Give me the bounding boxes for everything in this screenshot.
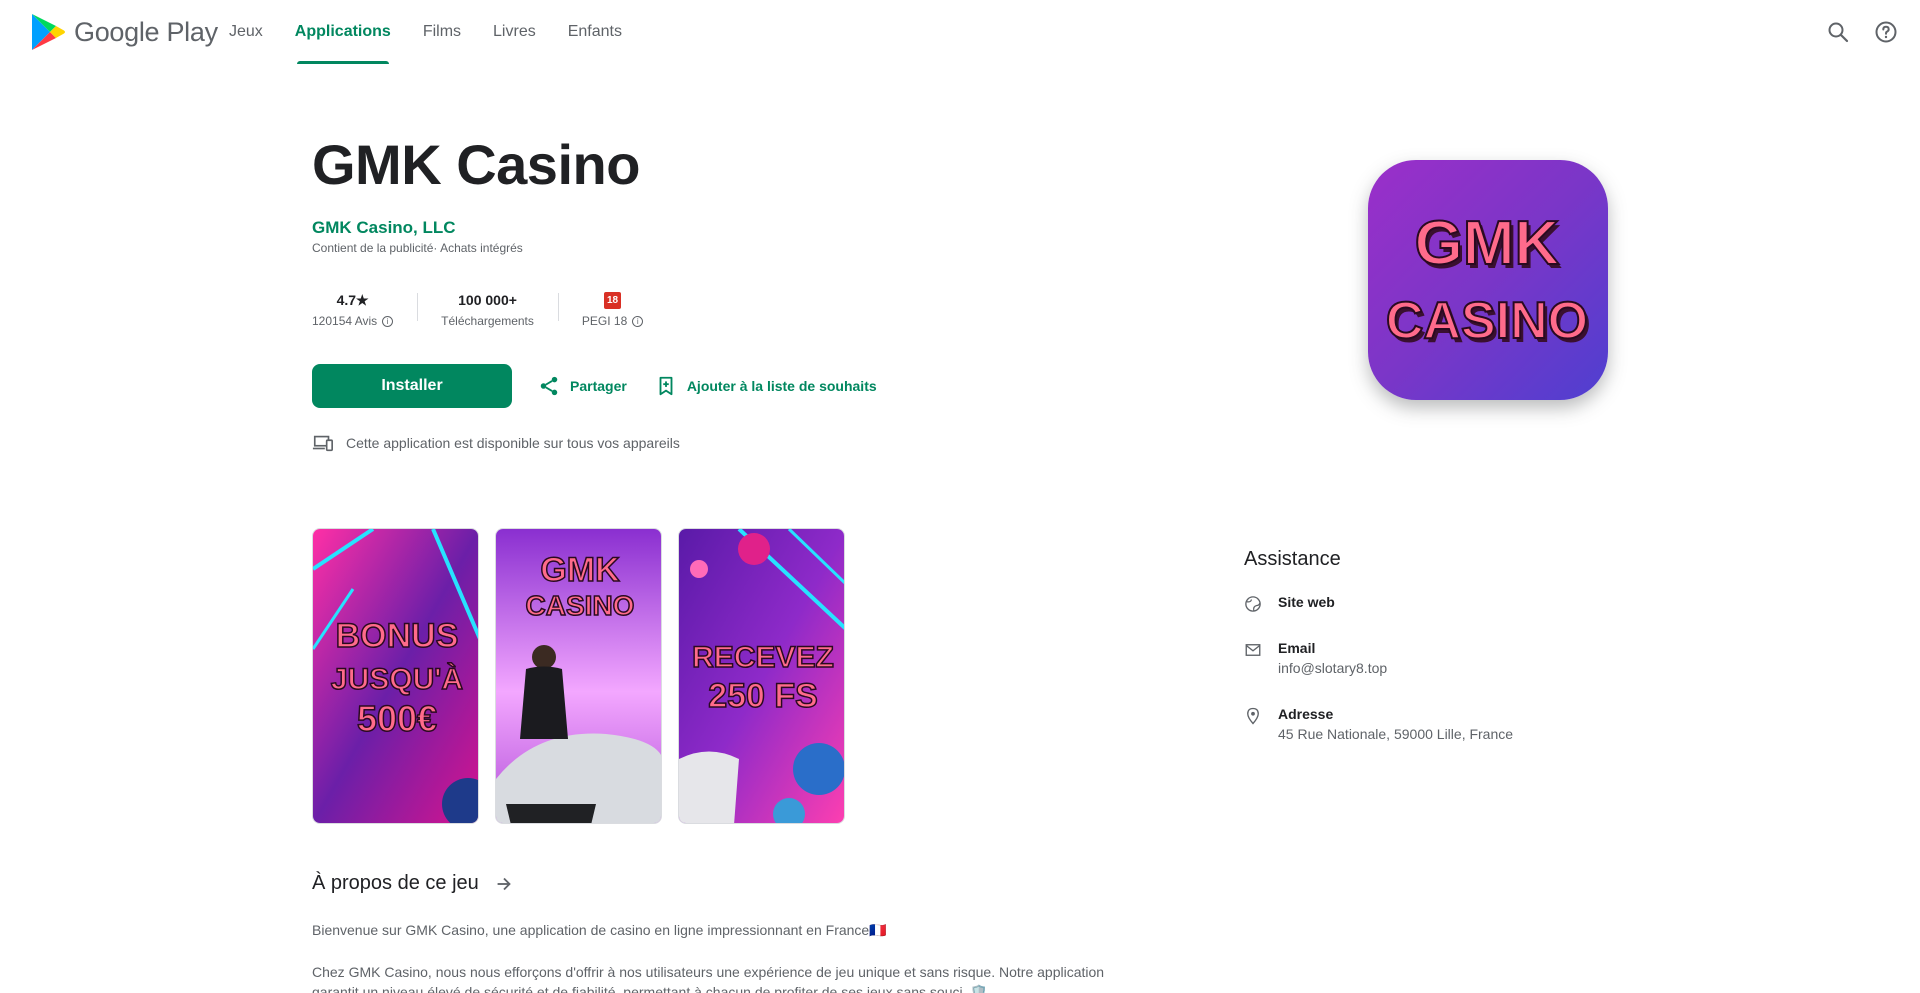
nav-enfants[interactable]: Enfants	[552, 0, 638, 64]
svg-text:GMK: GMK	[540, 551, 620, 589]
mail-icon	[1245, 644, 1261, 656]
downloads-value: 100 000+	[458, 292, 517, 308]
screenshot-1[interactable]: BONUS JUSQU'À 500€	[312, 528, 479, 824]
pegi-stat[interactable]: 18 PEGI 18 i	[557, 285, 667, 333]
top-app-bar: Google Play Jeux Applications Films Livr…	[0, 0, 1920, 64]
svg-text:500€: 500€	[357, 698, 437, 739]
nav-films[interactable]: Films	[407, 0, 477, 64]
nav-jeux[interactable]: Jeux	[213, 0, 279, 64]
share-button[interactable]: Partager	[538, 375, 627, 397]
nav-applications[interactable]: Applications	[279, 0, 407, 64]
developer-link[interactable]: GMK Casino, LLC	[312, 218, 456, 238]
screenshot-3[interactable]: RECEVEZ 250 FS	[678, 528, 845, 824]
email-row[interactable]: Email info@slotary8.top	[1244, 640, 1387, 676]
nav-livres[interactable]: Livres	[477, 0, 552, 64]
devices-icon	[312, 435, 333, 452]
info-icon: i	[632, 315, 644, 327]
svg-text:BONUS: BONUS	[336, 617, 459, 655]
downloads-label: Téléchargements	[441, 314, 534, 328]
assistance-heading[interactable]: Assistance	[1244, 548, 1341, 571]
arrow-right-icon	[497, 877, 511, 890]
pegi-18-icon: 18	[604, 291, 622, 309]
help-icon[interactable]	[1870, 16, 1902, 48]
rating-value: 4.7★	[336, 291, 369, 308]
downloads-stat: 100 000+ Téléchargements	[417, 285, 558, 333]
search-icon[interactable]	[1822, 16, 1854, 48]
google-play-logo[interactable]: Google Play	[30, 13, 218, 51]
app-icon: GMK GMK CASINO CASINO	[1368, 160, 1608, 400]
pegi-label: PEGI 18	[581, 314, 628, 328]
email-label: Email	[1278, 640, 1316, 656]
devices-text: Cette application est disponible sur tou…	[346, 435, 680, 451]
action-row: Installer Partager Ajouter à la liste de…	[312, 364, 877, 408]
address-row[interactable]: Adresse 45 Rue Nationale, 59000 Lille, F…	[1244, 706, 1513, 742]
about-heading-text: À propos de ce jeu	[312, 872, 479, 894]
address-label: Adresse	[1278, 706, 1334, 722]
share-icon	[540, 376, 558, 396]
play-logo-icon	[32, 14, 65, 50]
install-button[interactable]: Installer	[312, 364, 512, 408]
email-value: info@slotary8.top	[1278, 660, 1388, 676]
logo-text: Google Play	[74, 16, 218, 47]
reviews-count: 120154 Avis	[312, 314, 378, 328]
about-paragraph-2: Chez GMK Casino, nous nous efforçons d'o…	[312, 964, 1105, 993]
wishlist-button[interactable]: Ajouter à la liste de souhaits	[655, 375, 877, 397]
app-title: GMK Casino	[312, 133, 640, 196]
share-label: Partager	[570, 378, 627, 394]
rating-stat[interactable]: 4.7★ 120154 Avis i	[312, 285, 417, 333]
about-paragraph-1: Bienvenue sur GMK Casino, une applicatio…	[312, 922, 887, 938]
svg-text:JUSQU'À: JUSQU'À	[331, 662, 463, 696]
ads-note: Contient de la publicité· Achats intégré…	[312, 241, 523, 255]
website-label: Site web	[1278, 594, 1335, 610]
wishlist-label: Ajouter à la liste de souhaits	[686, 378, 877, 394]
svg-text:GMK: GMK	[1415, 209, 1560, 278]
devices-note: Cette application est disponible sur tou…	[312, 432, 680, 454]
location-pin-icon	[1247, 707, 1259, 725]
svg-text:CASINO: CASINO	[526, 590, 635, 621]
screenshot-2[interactable]: GMK CASINO	[495, 528, 662, 824]
address-value: 45 Rue Nationale, 59000 Lille, France	[1278, 726, 1514, 742]
main-nav: Jeux Applications Films Livres Enfants	[213, 0, 638, 64]
about-section-heading[interactable]: À propos de ce jeu	[312, 872, 515, 895]
bookmark-add-icon	[659, 376, 673, 396]
svg-text:CASINO: CASINO	[1386, 292, 1588, 350]
info-icon: i	[382, 315, 394, 327]
screenshot-carousel: BONUS JUSQU'À 500€ GMK CASINO RECEVEZ 25…	[312, 528, 861, 824]
app-stats: 4.7★ 120154 Avis i 100 000+ Téléchargeme…	[312, 285, 667, 333]
website-row[interactable]: Site web	[1244, 594, 1335, 613]
svg-text:RECEVEZ: RECEVEZ	[692, 641, 834, 674]
svg-text:250 FS: 250 FS	[708, 677, 818, 715]
globe-icon	[1245, 596, 1261, 612]
